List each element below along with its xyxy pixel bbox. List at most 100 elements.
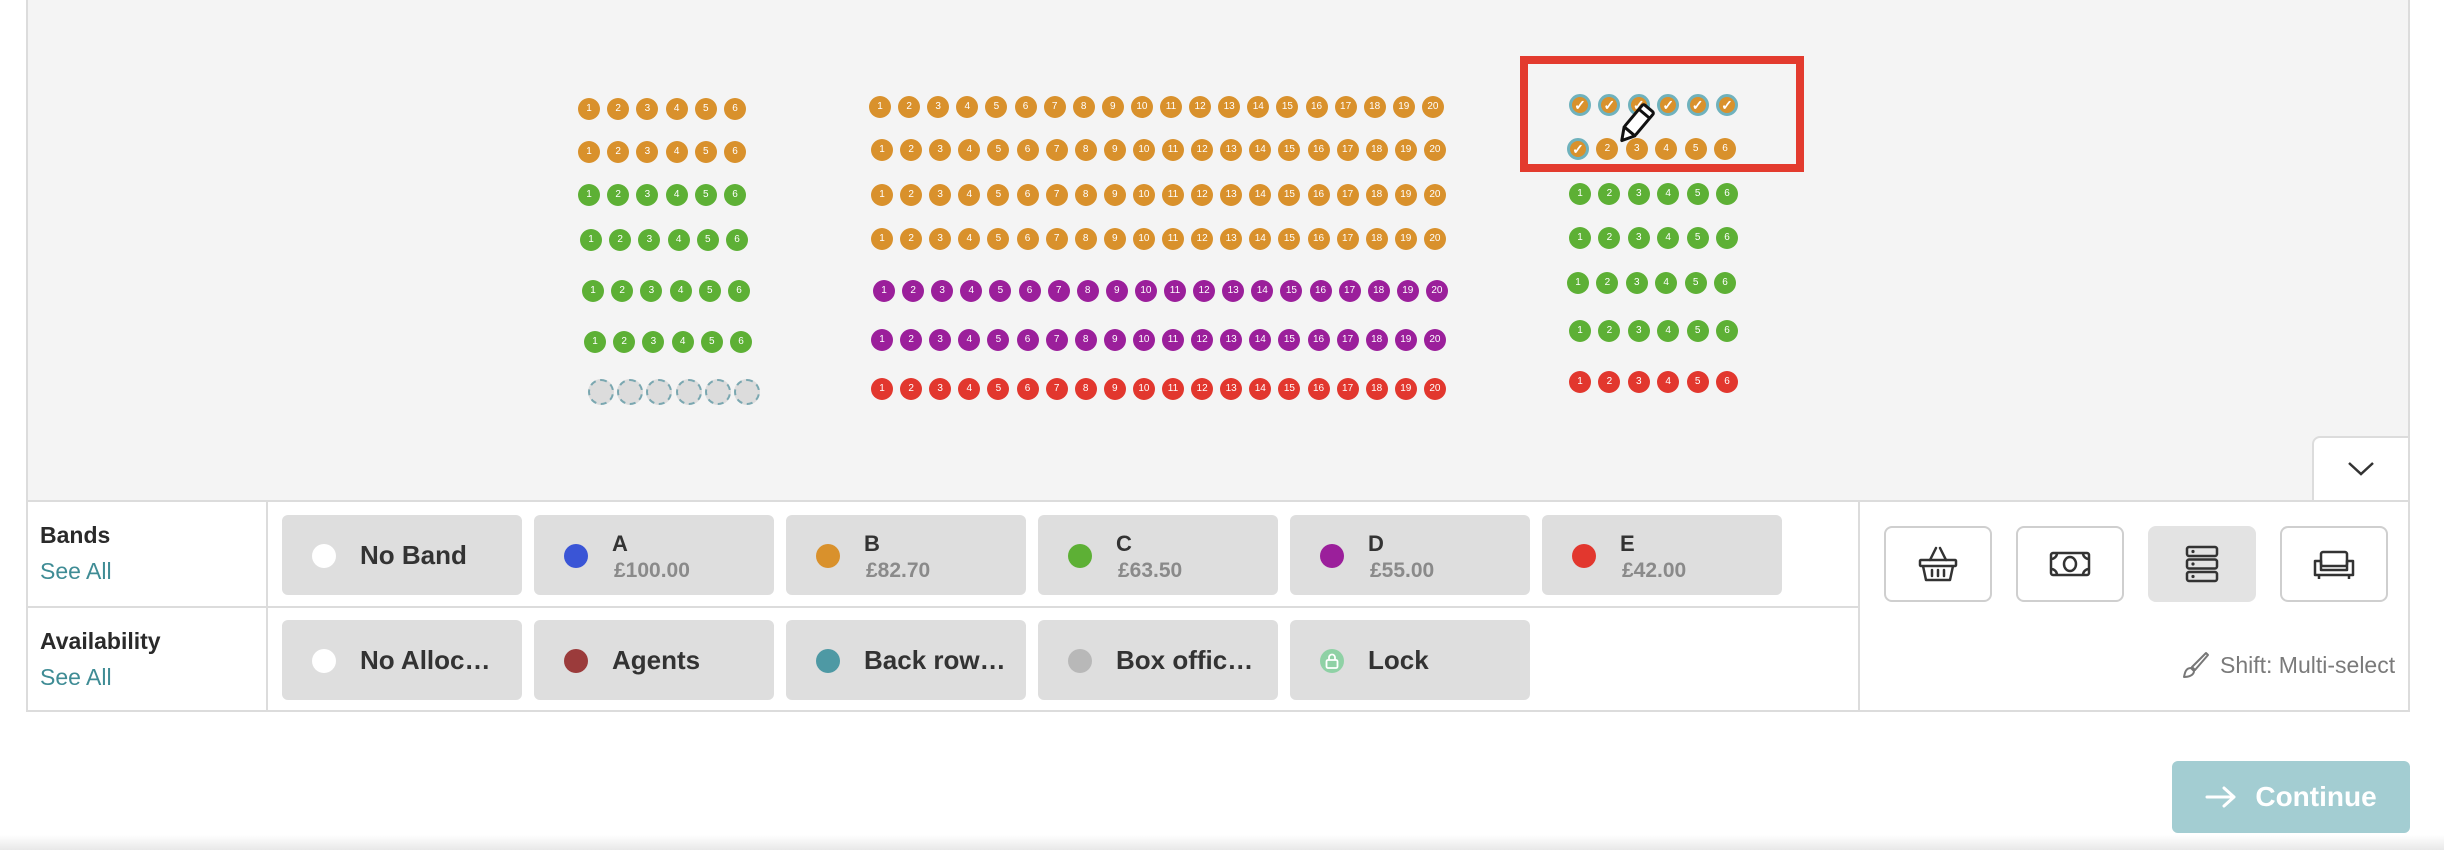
seat[interactable]	[617, 379, 644, 405]
seat[interactable]: 1	[871, 378, 893, 400]
seat[interactable]: 12	[1191, 139, 1214, 161]
seat[interactable]: 8	[1076, 280, 1099, 302]
seat[interactable]: 6	[1016, 228, 1039, 250]
seat[interactable]: 1	[578, 98, 600, 120]
seat[interactable]	[704, 379, 731, 405]
seat[interactable]: 8	[1074, 228, 1097, 250]
seat[interactable]: ✓	[1716, 94, 1738, 116]
seat[interactable]: 15	[1280, 280, 1303, 302]
seat[interactable]: 8	[1074, 184, 1097, 206]
seat[interactable]: 3	[931, 280, 954, 302]
seat[interactable]: 8	[1072, 96, 1095, 118]
seat[interactable]: 4	[956, 96, 979, 118]
seat[interactable]: 14	[1249, 329, 1272, 351]
seat[interactable]: 14	[1251, 280, 1274, 302]
seat[interactable]: 17	[1336, 228, 1359, 250]
seat[interactable]: 20	[1423, 329, 1446, 351]
seat[interactable]: 3	[929, 329, 952, 351]
seat[interactable]: 4	[1657, 183, 1680, 205]
seat[interactable]: 1	[578, 141, 600, 163]
seat[interactable]: 20	[1423, 228, 1446, 250]
seat[interactable]: 12	[1191, 228, 1214, 250]
seat[interactable]: 12	[1189, 96, 1212, 118]
seat[interactable]: 13	[1220, 184, 1243, 206]
seat[interactable]: 11	[1162, 329, 1184, 351]
seat[interactable]: 18	[1365, 184, 1388, 206]
seat[interactable]: 13	[1220, 228, 1243, 250]
seat[interactable]: 7	[1045, 139, 1068, 161]
seat[interactable]: 15	[1278, 139, 1301, 161]
seat[interactable]: 6	[1714, 272, 1736, 294]
seat[interactable]: 2	[1598, 320, 1621, 342]
seat[interactable]: 3	[638, 229, 661, 251]
seat[interactable]: 5	[987, 184, 1010, 206]
seat[interactable]: 4	[958, 378, 981, 400]
seat[interactable]: ✓	[1567, 138, 1589, 160]
seat[interactable]: 6	[1016, 139, 1039, 161]
availability-chip-no-allocation[interactable]: No Alloc…	[282, 620, 522, 700]
seat[interactable]: 5	[987, 378, 1010, 400]
seat-tool-button[interactable]	[2280, 526, 2388, 602]
seat[interactable]: 6	[1716, 371, 1738, 393]
seat[interactable]: ✓	[1569, 94, 1591, 116]
band-chip-c[interactable]: C £63.50	[1038, 515, 1278, 595]
seat[interactable]: 7	[1045, 228, 1068, 250]
seat[interactable]: 5	[1686, 320, 1709, 342]
seat[interactable]: ✓	[1657, 94, 1680, 116]
seat[interactable]: 6	[724, 184, 746, 206]
seat[interactable]: 2	[900, 228, 923, 250]
availability-see-all-link[interactable]: See All	[40, 664, 112, 691]
seat[interactable]: 20	[1423, 184, 1446, 206]
seat[interactable]: 4	[667, 229, 690, 251]
seat[interactable]	[734, 379, 760, 405]
seat[interactable]: 5	[1684, 138, 1707, 160]
seat[interactable]: 16	[1305, 96, 1328, 118]
seat[interactable]: 12	[1191, 329, 1214, 351]
seat[interactable]: 2	[1596, 138, 1619, 160]
seat[interactable]: 2	[898, 96, 921, 118]
seat[interactable]: 4	[958, 228, 981, 250]
band-chip-d[interactable]: D £55.00	[1290, 515, 1530, 595]
seat[interactable]: 11	[1162, 184, 1184, 206]
seat[interactable]: 15	[1278, 378, 1301, 400]
seat[interactable]: 2	[607, 141, 630, 163]
seat[interactable]: 10	[1134, 280, 1157, 302]
seat[interactable]: 18	[1365, 139, 1388, 161]
seat[interactable]: 18	[1365, 329, 1388, 351]
seat[interactable]: 5	[989, 280, 1012, 302]
seat[interactable]: 5	[985, 96, 1008, 118]
seat[interactable]: 15	[1276, 96, 1299, 118]
seat[interactable]: 16	[1307, 378, 1330, 400]
seat[interactable]: 3	[1627, 227, 1650, 249]
seat[interactable]: 3	[929, 378, 952, 400]
seat[interactable]: 2	[900, 329, 923, 351]
seat[interactable]: 4	[958, 329, 981, 351]
seat[interactable]: 3	[1625, 138, 1648, 160]
seat[interactable]: 5	[987, 139, 1010, 161]
seat[interactable]: 16	[1307, 329, 1330, 351]
seat[interactable]: 18	[1363, 96, 1386, 118]
seat[interactable]: 5	[694, 141, 717, 163]
seat[interactable]: 5	[1686, 183, 1709, 205]
seat[interactable]: 3	[1625, 272, 1648, 294]
seat[interactable]: 5	[694, 184, 717, 206]
collapse-panel-tab[interactable]	[2312, 436, 2410, 500]
seat[interactable]: 3	[929, 184, 952, 206]
seat[interactable]: 6	[726, 229, 748, 251]
seat[interactable]: 7	[1047, 280, 1070, 302]
seat[interactable]: 4	[958, 139, 981, 161]
seat[interactable]: 20	[1423, 378, 1446, 400]
seat[interactable]: 20	[1425, 280, 1448, 302]
seat[interactable]: 6	[1018, 280, 1041, 302]
seat[interactable]: 17	[1338, 280, 1361, 302]
seat[interactable]: 4	[1657, 320, 1680, 342]
seat[interactable]: 6	[730, 331, 752, 353]
seat[interactable]: 1	[871, 139, 893, 161]
seat[interactable]: 11	[1160, 96, 1182, 118]
seat[interactable]: 9	[1103, 329, 1126, 351]
seat[interactable]: 1	[580, 229, 602, 251]
seat[interactable]: 6	[1016, 184, 1039, 206]
seat[interactable]: 19	[1394, 139, 1417, 161]
seat[interactable]: 7	[1045, 378, 1068, 400]
seat[interactable]: 2	[611, 280, 634, 302]
